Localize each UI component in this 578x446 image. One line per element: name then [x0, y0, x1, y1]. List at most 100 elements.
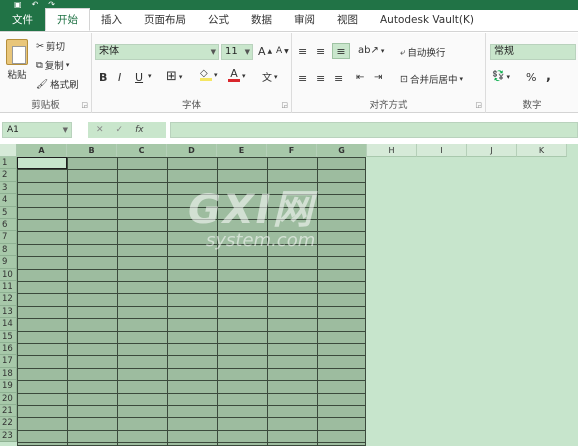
row-header-22[interactable]: 22: [0, 417, 17, 430]
italic-button[interactable]: I: [118, 71, 121, 84]
comma-style-button[interactable]: ,: [546, 69, 551, 84]
align-middle-button[interactable]: ≡: [316, 45, 325, 58]
tab-view[interactable]: 视图: [326, 9, 369, 31]
formula-input[interactable]: [170, 122, 578, 138]
column-header-a[interactable]: A: [17, 144, 67, 157]
font-color-button[interactable]: A ▾: [228, 68, 246, 82]
enter-icon[interactable]: ✓: [116, 125, 124, 135]
row-header-5[interactable]: 5: [0, 206, 17, 219]
decrease-indent-button[interactable]: ⇤: [356, 72, 364, 83]
grid-line: [18, 442, 365, 444]
phonetic-button[interactable]: 文 ▾: [262, 69, 278, 85]
column-header-h[interactable]: H: [367, 144, 417, 157]
active-cell[interactable]: [17, 157, 67, 170]
row-header-15[interactable]: 15: [0, 330, 17, 343]
row-header-16[interactable]: 16: [0, 343, 17, 356]
grid-line: [18, 392, 365, 394]
grid-line: [18, 380, 365, 382]
dialog-launcher-icon[interactable]: ◲: [81, 101, 88, 109]
underline-button[interactable]: U: [135, 71, 143, 84]
cut-button[interactable]: ✂ 剪切: [36, 39, 65, 54]
name-box[interactable]: A1 ▼: [2, 122, 72, 138]
underline-dropdown[interactable]: ▾: [148, 72, 152, 80]
tab-page-layout[interactable]: 页面布局: [133, 9, 197, 31]
paste-button[interactable]: 粘贴: [6, 39, 28, 81]
row-header-2[interactable]: 2: [0, 169, 17, 182]
insert-function-icon[interactable]: fx: [135, 125, 144, 135]
wrap-text-button[interactable]: ⤶ 自动换行: [400, 45, 446, 60]
clipboard-group-label: 剪贴板: [31, 100, 60, 111]
font-group-label: 字体: [181, 100, 201, 111]
column-header-b[interactable]: B: [67, 144, 117, 157]
row-header-12[interactable]: 12: [0, 293, 17, 306]
format-painter-label: 格式刷: [50, 80, 79, 91]
worksheet-grid[interactable]: GXI网 system.com A B C D E F G H I J K 1 2 3 4 5 6 7 8 9 10 11…: [0, 144, 578, 446]
tab-data[interactable]: 数据: [240, 9, 283, 31]
align-left-button[interactable]: ≡: [298, 72, 307, 85]
row-header-23[interactable]: 23: [0, 429, 17, 443]
row-header-13[interactable]: 13: [0, 305, 17, 319]
column-header-j[interactable]: J: [467, 144, 517, 157]
increase-indent-button[interactable]: ⇥: [374, 72, 382, 83]
fill-color-button[interactable]: ◇ ▾: [200, 69, 218, 81]
column-header-g[interactable]: G: [317, 144, 367, 157]
column-header-k[interactable]: K: [517, 144, 567, 157]
row-header-6[interactable]: 6: [0, 219, 17, 232]
copy-button[interactable]: ⧉ 复制 ▾: [36, 58, 69, 73]
row-header-19[interactable]: 19: [0, 380, 17, 393]
percent-style-button[interactable]: %: [526, 71, 536, 84]
dialog-launcher-icon[interactable]: ◲: [281, 101, 288, 109]
orientation-button[interactable]: ab↗ ▾: [358, 45, 384, 56]
row-header-20[interactable]: 20: [0, 392, 17, 405]
tab-home[interactable]: 开始: [45, 8, 90, 31]
tab-autodesk-vault[interactable]: Autodesk Vault(K): [369, 9, 485, 31]
select-all-corner[interactable]: [0, 144, 17, 157]
tab-file[interactable]: 文件: [0, 9, 45, 31]
row-header-11[interactable]: 11: [0, 281, 17, 294]
bold-button[interactable]: B: [99, 71, 107, 84]
grow-font-button[interactable]: A ▲: [258, 45, 272, 58]
align-center-button[interactable]: ≡: [316, 72, 325, 85]
number-format-combo[interactable]: 常规: [490, 44, 576, 60]
row-header-1[interactable]: 1: [0, 157, 17, 170]
row-header-7[interactable]: 7: [0, 231, 17, 244]
row-header-10[interactable]: 10: [0, 268, 17, 281]
accounting-format-button[interactable]: 💱 ▾: [492, 71, 510, 82]
wrap-text-label: 自动换行: [407, 48, 446, 59]
merge-center-button[interactable]: ⊡ 合并后居中 ▾: [400, 72, 463, 87]
alignment-group: ≡ ≡ ≡ ab↗ ▾ ⤶ 自动换行 ≡ ≡ ≡ ⇤ ⇥ ⊡ 合并后居中 ▾ 对齐方式 …: [292, 33, 486, 113]
grid-line: [18, 355, 365, 357]
formula-buttons: ✕ ✓ fx: [88, 122, 166, 138]
borders-button[interactable]: ⊞ ▾: [166, 69, 182, 84]
align-top-button[interactable]: ≡: [298, 45, 307, 58]
align-middle-icon: ≡: [316, 45, 326, 58]
font-color-icon: A: [228, 68, 240, 82]
cancel-icon[interactable]: ✕: [96, 125, 104, 135]
column-header-f[interactable]: F: [267, 144, 317, 157]
row-header-17[interactable]: 17: [0, 355, 17, 368]
row-header-14[interactable]: 14: [0, 318, 17, 331]
row-header-18[interactable]: 18: [0, 367, 17, 381]
chevron-down-icon: ▼: [210, 48, 216, 56]
align-right-button[interactable]: ≡: [334, 72, 343, 85]
row-header-21[interactable]: 21: [0, 405, 17, 418]
font-size-combo[interactable]: 11 ▼: [221, 44, 253, 60]
format-painter-button[interactable]: 🖌 格式刷: [36, 77, 79, 92]
row-header-4[interactable]: 4: [0, 194, 17, 207]
column-header-i[interactable]: I: [417, 144, 467, 157]
row-header-3[interactable]: 3: [0, 181, 17, 195]
tab-insert[interactable]: 插入: [90, 9, 133, 31]
font-name-combo[interactable]: 宋体 ▼: [95, 44, 219, 60]
column-header-c[interactable]: C: [117, 144, 167, 157]
grid-line: [18, 268, 365, 270]
tab-formulas[interactable]: 公式: [197, 9, 240, 31]
column-header-d[interactable]: D: [167, 144, 217, 157]
align-bottom-button[interactable]: ≡: [332, 43, 350, 59]
column-header-e[interactable]: E: [217, 144, 267, 157]
row-header-8[interactable]: 8: [0, 243, 17, 257]
tab-review[interactable]: 审阅: [283, 9, 326, 31]
row-header-9[interactable]: 9: [0, 256, 17, 269]
shrink-font-button[interactable]: A ▼: [276, 46, 289, 56]
paint-bucket-icon: ◇: [200, 69, 212, 81]
dialog-launcher-icon[interactable]: ◲: [475, 101, 482, 109]
